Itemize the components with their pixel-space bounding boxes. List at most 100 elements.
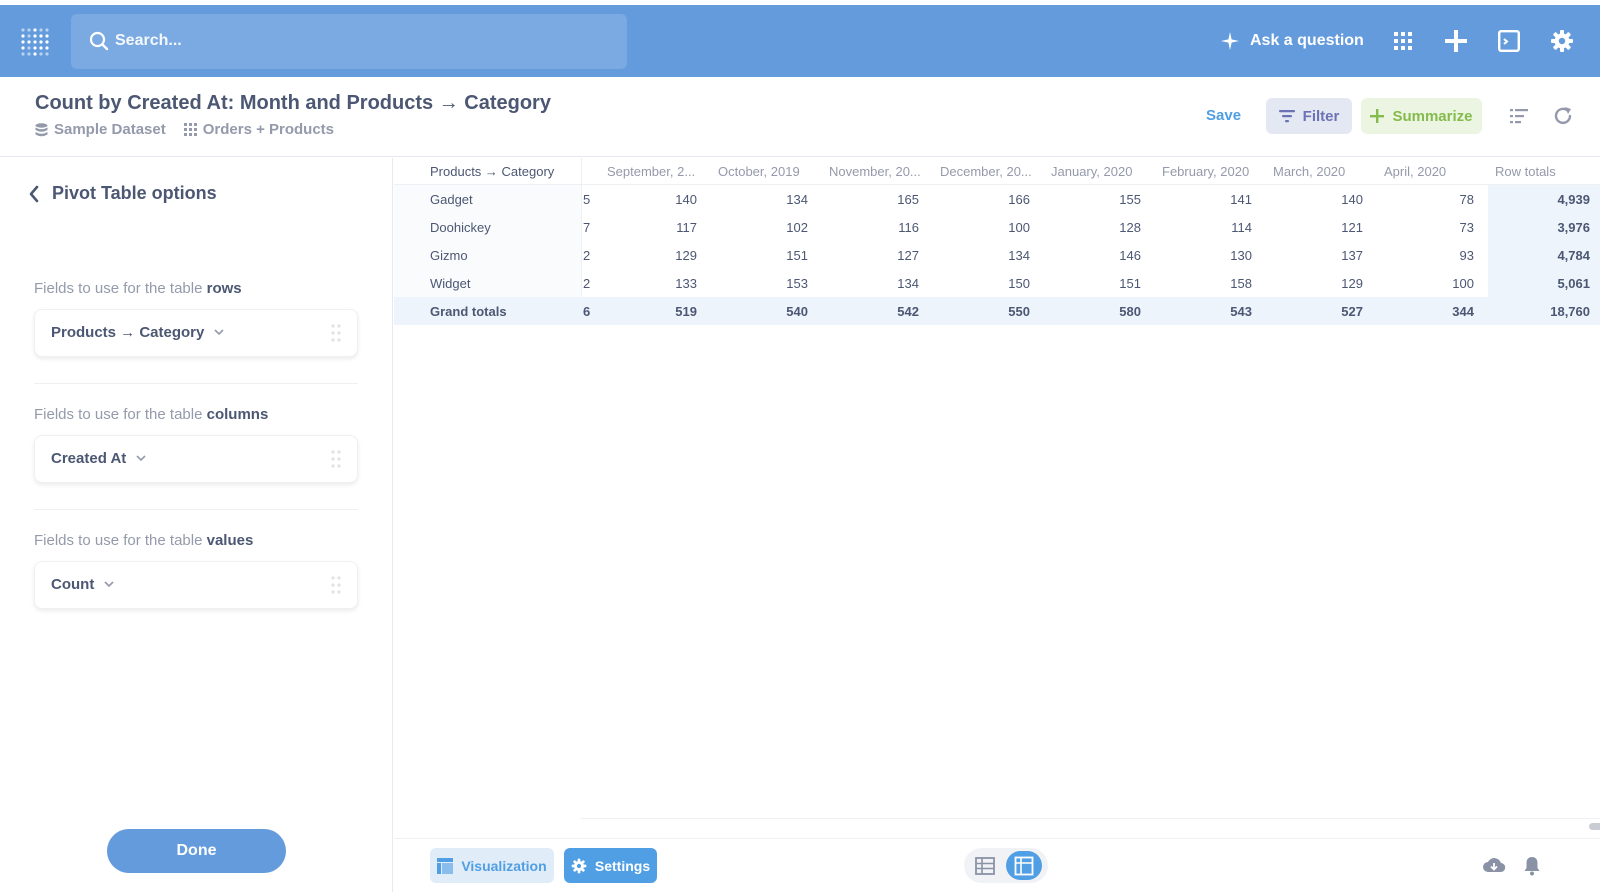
table-cell[interactable]: 151	[1119, 276, 1141, 291]
done-button[interactable]: Done	[107, 829, 286, 873]
row-label[interactable]: Gizmo	[430, 248, 468, 263]
column-header[interactable]: April, 2020	[1384, 164, 1446, 179]
visualization-button[interactable]: Visualization	[430, 848, 554, 883]
row-total-cell[interactable]: 4,939	[1557, 192, 1590, 207]
table-cell[interactable]: 127	[897, 248, 919, 263]
row-total-cell[interactable]: 4,784	[1557, 248, 1590, 263]
table-cell[interactable]: 134	[1008, 248, 1030, 263]
new-item-button[interactable]	[1443, 28, 1469, 54]
table-cell[interactable]: 128	[1119, 220, 1141, 235]
metabase-logo-icon[interactable]	[20, 27, 50, 57]
breadcrumb-table[interactable]: Orders + Products	[183, 121, 334, 138]
table-cell[interactable]: 166	[1008, 192, 1030, 207]
table-cell[interactable]: 580	[1119, 304, 1141, 319]
row-total-cell[interactable]: 5,061	[1557, 276, 1590, 291]
table-cell[interactable]: 6	[583, 304, 590, 319]
breadcrumb-database[interactable]: Sample Dataset	[35, 121, 166, 138]
refresh-icon[interactable]	[1552, 105, 1574, 127]
columns-field-card[interactable]: Created At	[34, 435, 358, 483]
notebook-editor-icon[interactable]	[1508, 105, 1530, 127]
table-cell[interactable]: 150	[1008, 276, 1030, 291]
sidebar-back-header[interactable]: Pivot Table options	[28, 183, 217, 204]
scrollbar-thumb[interactable]	[1589, 823, 1600, 830]
table-cell[interactable]: 130	[1230, 248, 1252, 263]
table-cell[interactable]: 73	[1460, 220, 1474, 235]
table-cell[interactable]: 543	[1230, 304, 1252, 319]
table-cell[interactable]: 93	[1460, 248, 1474, 263]
table-cell[interactable]: 2	[583, 276, 590, 291]
table-cell[interactable]: 137	[1341, 248, 1363, 263]
drag-handle-icon[interactable]	[331, 450, 341, 468]
table-cell[interactable]: 78	[1460, 192, 1474, 207]
values-field-card[interactable]: Count	[34, 561, 358, 609]
table-cell[interactable]: 153	[786, 276, 808, 291]
settings-button[interactable]: Settings	[564, 848, 657, 883]
column-header[interactable]: November, 20...	[829, 164, 921, 179]
filter-button[interactable]: Filter	[1266, 98, 1352, 134]
table-cell[interactable]: 133	[675, 276, 697, 291]
table-cell[interactable]: 102	[786, 220, 808, 235]
row-label[interactable]: Widget	[430, 276, 470, 291]
rows-field-card[interactable]: Products → Category	[34, 309, 358, 357]
table-cell[interactable]: 519	[675, 304, 697, 319]
settings-menu-button[interactable]	[1549, 28, 1575, 54]
table-cell[interactable]: 114	[1231, 220, 1252, 235]
table-cell[interactable]: 140	[675, 192, 697, 207]
column-header[interactable]: March, 2020	[1273, 164, 1345, 179]
table-cell[interactable]: 158	[1230, 276, 1252, 291]
table-cell[interactable]: 7	[583, 220, 590, 235]
table-cell[interactable]: 100	[1452, 276, 1474, 291]
row-total-cell[interactable]: 3,976	[1557, 220, 1590, 235]
column-header[interactable]: January, 2020	[1051, 164, 1132, 179]
table-cell[interactable]: 140	[1341, 192, 1363, 207]
drag-handle-icon[interactable]	[331, 576, 341, 594]
column-header[interactable]: September, 2...	[607, 164, 695, 179]
table-cell[interactable]: 117	[676, 220, 697, 235]
table-cell[interactable]: 134	[897, 276, 919, 291]
row-label[interactable]: Gadget	[430, 192, 473, 207]
table-cell[interactable]: 165	[897, 192, 919, 207]
row-header-title[interactable]: Products → Category	[430, 164, 554, 179]
table-cell[interactable]: 2	[583, 248, 590, 263]
save-button[interactable]: Save	[1206, 107, 1241, 124]
table-cell[interactable]: 146	[1119, 248, 1141, 263]
grand-totals-label[interactable]: Grand totals	[430, 304, 507, 319]
horizontal-scrollbar[interactable]	[581, 818, 1600, 830]
browse-data-button[interactable]	[1390, 28, 1416, 54]
table-cell[interactable]: 5	[583, 192, 590, 207]
page-title[interactable]: Count by Created At: Month and Products …	[35, 92, 551, 115]
sql-editor-button[interactable]	[1496, 28, 1522, 54]
chevron-down-icon[interactable]	[104, 581, 114, 588]
column-header[interactable]: October, 2019	[718, 164, 800, 179]
table-cell[interactable]: 100	[1008, 220, 1030, 235]
chart-view-toggle[interactable]	[1006, 851, 1042, 880]
view-footer: Visualization Settings	[394, 838, 1600, 892]
table-cell[interactable]: 550	[1008, 304, 1030, 319]
table-cell[interactable]: 129	[1341, 276, 1363, 291]
table-cell[interactable]: 116	[898, 220, 919, 235]
table-cell[interactable]: 141	[1230, 192, 1252, 207]
drag-handle-icon[interactable]	[331, 324, 341, 342]
table-cell[interactable]: 155	[1119, 192, 1141, 207]
search-bar[interactable]: Search...	[71, 14, 627, 69]
download-icon[interactable]	[1482, 854, 1506, 878]
column-header[interactable]: Row totals	[1495, 164, 1556, 179]
table-cell[interactable]: 527	[1341, 304, 1363, 319]
bell-icon[interactable]	[1520, 854, 1544, 878]
ask-question-button[interactable]: Ask a question	[1220, 27, 1364, 55]
grand-total-cell[interactable]: 18,760	[1550, 304, 1590, 319]
column-header[interactable]: December, 20...	[940, 164, 1032, 179]
chevron-down-icon[interactable]	[136, 455, 146, 462]
table-cell[interactable]: 129	[675, 248, 697, 263]
chevron-down-icon[interactable]	[214, 329, 224, 336]
table-cell[interactable]: 151	[786, 248, 808, 263]
row-label[interactable]: Doohickey	[430, 220, 491, 235]
table-cell[interactable]: 344	[1452, 304, 1474, 319]
summarize-button[interactable]: Summarize	[1361, 98, 1482, 134]
table-cell[interactable]: 540	[786, 304, 808, 319]
table-cell[interactable]: 121	[1341, 220, 1363, 235]
table-cell[interactable]: 134	[786, 192, 808, 207]
column-header[interactable]: February, 2020	[1162, 164, 1249, 179]
table-view-icon[interactable]	[974, 855, 996, 877]
table-cell[interactable]: 542	[897, 304, 919, 319]
